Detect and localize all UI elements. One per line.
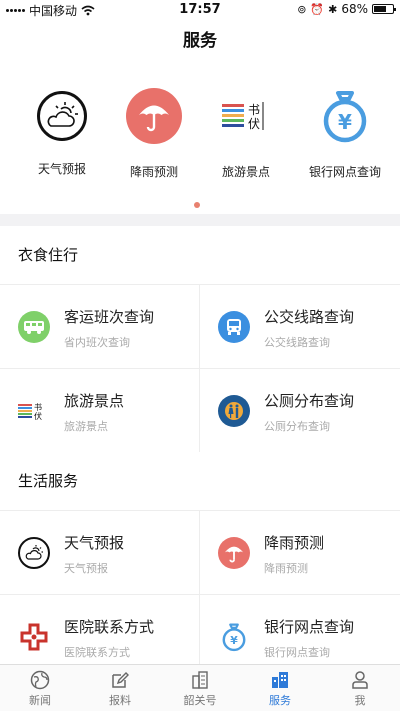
- svg-text:书: 书: [248, 103, 260, 117]
- bluetooth-icon: ✱: [328, 2, 338, 16]
- tab-services[interactable]: 服务: [240, 665, 320, 711]
- service-title: 客运班次查询: [64, 308, 155, 326]
- umbrella-icon: [126, 88, 182, 144]
- service-item-tourism[interactable]: 书 伏 旅游景点 旅游景点: [0, 369, 200, 453]
- battery-percent: 68%: [341, 2, 368, 16]
- tourism-icon: 书 伏: [218, 88, 274, 144]
- rotation-lock-icon: ⊚: [297, 2, 307, 16]
- weather-icon: [18, 537, 50, 569]
- edit-icon: [109, 670, 131, 690]
- alarm-icon: ⏰: [310, 2, 325, 16]
- status-bar: 中国移动 17:57 ⊚ ⏰ ✱ 68%: [0, 0, 400, 20]
- hospital-cross-icon: [18, 621, 50, 653]
- bottom-tab-bar: 新闻 报料 韶关号 服务 我: [0, 664, 400, 711]
- battery-icon: [372, 4, 396, 14]
- tourism-icon: 书 伏: [18, 395, 50, 427]
- carousel-label: 天气预报: [37, 162, 86, 176]
- tab-shaoguan[interactable]: 韶关号: [160, 665, 240, 711]
- service-item-weather[interactable]: 天气预报 天气预报: [0, 511, 200, 595]
- page-indicator-dot: [194, 202, 200, 208]
- service-title: 公厕分布查询: [264, 392, 355, 410]
- tab-label: 服务: [269, 694, 291, 707]
- carousel-item-rain[interactable]: 降雨预测: [104, 88, 204, 180]
- svg-text:伏: 伏: [248, 117, 260, 131]
- tab-news[interactable]: 新闻: [0, 665, 80, 711]
- carousel-label: 银行网点查询: [308, 165, 381, 179]
- service-subtitle: 公厕分布查询: [264, 420, 330, 433]
- section-transport: 衣食住行 客运班次查询 省内班次查询 公交线路查询 公交线路查询 书 伏 旅游景…: [0, 226, 400, 453]
- tab-label: 我: [354, 694, 366, 707]
- service-item-rain[interactable]: 降雨预测 降雨预测: [200, 511, 400, 595]
- page-title: 服务: [183, 31, 217, 51]
- carousel-label: 降雨预测: [129, 165, 178, 179]
- service-grid: 天气预报 天气预报 降雨预测 降雨预测 医院联系方式 医院联系方式 ¥ 银行网点…: [0, 510, 400, 679]
- section-life-services: 生活服务 天气预报 天气预报 降雨预测 降雨预测 医院联系方式 医院联系方式 ¥…: [0, 452, 400, 679]
- coach-bus-icon: [18, 311, 50, 343]
- carousel-label: 旅游景点: [221, 165, 270, 179]
- section-title: 生活服务: [18, 472, 79, 490]
- service-item-restroom[interactable]: 公厕分布查询 公厕分布查询: [200, 369, 400, 453]
- service-title: 降雨预测: [264, 534, 325, 552]
- tab-label: 报料: [109, 694, 131, 707]
- city-icon: [269, 670, 291, 690]
- service-title: 公交线路查询: [264, 308, 355, 326]
- service-carousel[interactable]: 天气预报 降雨预测 书 伏 旅游景点 ¥ 银行网点查询: [0, 60, 400, 214]
- nav-header: 服务: [0, 20, 400, 60]
- tab-me[interactable]: 我: [320, 665, 400, 711]
- service-title: 医院联系方式: [64, 618, 155, 636]
- tab-report[interactable]: 报料: [80, 665, 160, 711]
- service-subtitle: 银行网点查询: [264, 646, 330, 659]
- svg-text:伏: 伏: [34, 411, 42, 421]
- service-subtitle: 公交线路查询: [264, 336, 330, 349]
- building-icon: [189, 670, 211, 690]
- service-item-coach[interactable]: 客运班次查询 省内班次查询: [0, 285, 200, 369]
- svg-text:书: 书: [34, 402, 42, 412]
- person-icon: [349, 670, 371, 690]
- weather-icon: [37, 91, 87, 141]
- service-title: 旅游景点: [64, 392, 125, 410]
- service-title: 天气预报: [64, 534, 125, 552]
- service-subtitle: 省内班次查询: [64, 336, 130, 349]
- carousel-item-bank[interactable]: ¥ 银行网点查询: [295, 88, 395, 180]
- service-title: 银行网点查询: [264, 618, 355, 636]
- svg-text:¥: ¥: [338, 110, 352, 134]
- service-grid: 客运班次查询 省内班次查询 公交线路查询 公交线路查询 书 伏 旅游景点 旅游景…: [0, 284, 400, 453]
- globe-icon: [29, 670, 51, 690]
- bank-money-bag-icon: ¥: [218, 621, 250, 653]
- service-item-bus[interactable]: 公交线路查询 公交线路查询: [200, 285, 400, 369]
- status-right: ⊚ ⏰ ✱ 68%: [297, 2, 396, 16]
- service-subtitle: 旅游景点: [64, 420, 108, 433]
- tab-label: 韶关号: [183, 694, 217, 707]
- restroom-icon: [218, 395, 250, 427]
- umbrella-icon: [218, 537, 250, 569]
- svg-text:¥: ¥: [230, 634, 238, 647]
- carousel-item-weather[interactable]: 天气预报: [12, 88, 112, 177]
- service-subtitle: 天气预报: [64, 562, 108, 575]
- carousel-item-tourism[interactable]: 书 伏 旅游景点: [196, 88, 296, 180]
- section-title: 衣食住行: [18, 246, 79, 264]
- tab-label: 新闻: [29, 694, 51, 707]
- city-bus-icon: [218, 311, 250, 343]
- service-subtitle: 医院联系方式: [64, 646, 130, 659]
- service-subtitle: 降雨预测: [264, 562, 308, 575]
- bank-money-bag-icon: ¥: [317, 88, 373, 144]
